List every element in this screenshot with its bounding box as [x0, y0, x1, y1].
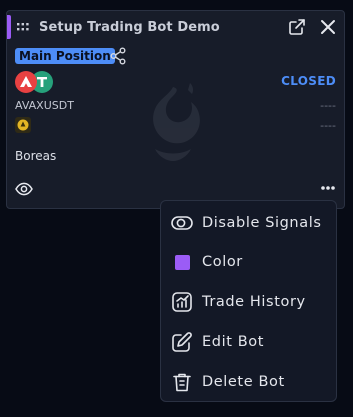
bot-name: Boreas — [15, 149, 57, 163]
drag-handle-icon[interactable] — [17, 23, 29, 31]
status-label: CLOSED — [281, 74, 336, 88]
bot-card: Setup Trading Bot Demo Main Position CLO… — [6, 10, 345, 209]
chart-icon — [172, 292, 192, 312]
menu-item-label: Edit Bot — [202, 334, 264, 350]
open-external-icon[interactable] — [287, 17, 307, 37]
menu-item-color[interactable]: Color — [161, 244, 336, 280]
brand-watermark-logo — [153, 83, 200, 161]
menu-item-label: Delete Bot — [202, 374, 285, 390]
trash-icon — [173, 373, 191, 392]
card-accent-bar — [7, 15, 11, 39]
menu-item-label: Color — [202, 254, 243, 270]
value-placeholder-1: ---- — [320, 99, 336, 112]
card-title: Setup Trading Bot Demo — [39, 19, 220, 35]
menu-item-trade-history[interactable]: Trade History — [161, 284, 336, 320]
avax-logo — [15, 71, 37, 93]
color-swatch — [175, 254, 190, 270]
menu-item-label: Disable Signals — [202, 215, 322, 231]
position-badge: Main Position — [15, 48, 115, 64]
more-horizontal-icon[interactable] — [320, 183, 336, 193]
share-icon[interactable] — [110, 47, 126, 65]
value-placeholder-2: ---- — [320, 119, 336, 132]
symbol-label: AVAXUSDT — [15, 99, 74, 112]
menu-item-label: Trade History — [202, 294, 306, 310]
close-icon[interactable] — [318, 17, 338, 37]
menu-item-delete-bot[interactable]: Delete Bot — [161, 364, 336, 400]
card-header: Setup Trading Bot Demo — [17, 18, 220, 36]
eye-icon[interactable] — [15, 181, 33, 197]
menu-item-disable-signals[interactable]: Disable Signals — [161, 205, 336, 241]
edit-icon — [172, 332, 192, 352]
bot-actions-menu: Disable Signals Color Trade History Edit… — [160, 200, 337, 402]
toggle-icon — [171, 216, 193, 230]
menu-item-edit-bot[interactable]: Edit Bot — [161, 324, 336, 360]
exchange-logo — [15, 117, 31, 133]
